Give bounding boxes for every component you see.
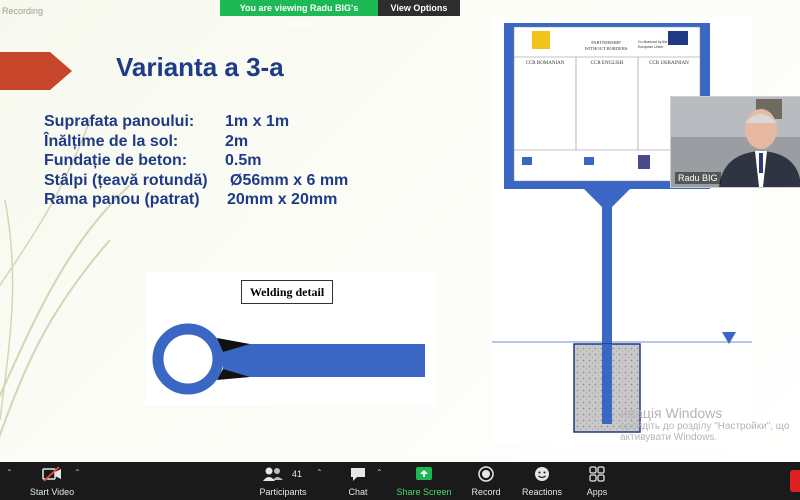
participant-name: Radu BIG (675, 172, 721, 184)
record-button[interactable]: Record (464, 462, 508, 500)
meeting-toolbar: ⌃ Start Video ⌃ 41 Participants ⌃ Chat ⌃ (0, 462, 800, 500)
windows-activation-watermark: ивація Windows ерейдіть до розділу "Наст… (620, 405, 789, 443)
panel-column-english: CCR ENGLISH (590, 61, 624, 66)
panel-column-ukrainian: CCR UKRAINIAN (649, 61, 689, 66)
signboard-structure (492, 23, 752, 433)
panel-column-romanian: CCR ROMANIAN (525, 61, 565, 66)
start-video-label: Start Video (29, 487, 75, 497)
panel-cofunded-text: Co-financed by the European Union (638, 40, 668, 49)
spec-value: 1m x 1m (225, 113, 290, 130)
shared-slide: Varianta a 3-a Suprafata panoului: 1m x … (0, 0, 800, 462)
start-video-button[interactable]: Start Video (22, 462, 82, 500)
view-options-button[interactable]: View Options ⌄ (377, 0, 460, 29)
reactions-button[interactable]: Reactions (518, 462, 566, 500)
spec-label: Suprafata panoului: (44, 113, 195, 130)
end-button[interactable] (790, 470, 800, 492)
activation-line2: активувати Windows. (620, 432, 718, 443)
slide-arrow-shape (0, 52, 72, 90)
chat-label: Chat (348, 487, 368, 497)
chat-button[interactable]: Chat (338, 462, 378, 500)
chevron-down-icon: ⌄ (415, 19, 423, 29)
record-label: Record (471, 487, 501, 497)
welding-detail-image: Welding detail (145, 272, 435, 406)
apps-icon (589, 466, 605, 482)
participants-count: 41 (292, 469, 303, 479)
activation-title: ивація Windows (620, 405, 723, 421)
record-icon (478, 466, 494, 482)
participants-icon (263, 467, 284, 481)
spec-label: Fundație de beton: (44, 152, 188, 169)
welding-drawing (152, 323, 425, 395)
spec-label: Rama panou (patrat) (44, 191, 200, 208)
spec-label: Stâlpi (țeavă rotundă) (44, 171, 208, 189)
spec-label: Înălțime de la sol: (44, 132, 179, 150)
chevron-up-icon[interactable]: ⌃ (316, 468, 323, 477)
spec-value: 20mm x 20mm (227, 191, 338, 208)
panel-header-title: PARTNERSHIP WITHOUT BORDERS (576, 40, 636, 52)
share-banner-text: You are viewing Radu BIG's screen (220, 0, 378, 29)
recording-indicator: Recording (2, 6, 44, 16)
chevron-up-icon[interactable]: ⌃ (74, 468, 81, 477)
slide-title: Varianta a 3-a (116, 52, 284, 82)
view-options-label: View Options (390, 3, 448, 13)
participants-label: Participants (259, 487, 307, 497)
apps-label: Apps (586, 487, 608, 497)
participant-video-tile[interactable]: Radu BIG (670, 96, 800, 188)
share-screen-label: Share Screen (396, 487, 452, 497)
share-screen-button[interactable]: Share Screen (394, 462, 454, 500)
video-off-icon (42, 466, 61, 482)
participants-button[interactable]: 41 Participants (252, 462, 314, 500)
screen-share-banner: You are viewing Radu BIG's screen View O… (220, 0, 460, 29)
activation-line1: ерейдіть до розділу "Настройки", що (620, 421, 790, 432)
spec-value: 2m (225, 132, 249, 150)
reactions-label: Reactions (521, 487, 563, 497)
panel-header-title-line2: WITHOUT BORDERS (584, 46, 628, 51)
smiley-icon (535, 467, 549, 481)
chat-icon (351, 468, 365, 481)
spec-value: Ø56mm x 6 mm (230, 171, 349, 189)
chevron-up-icon[interactable]: ⌃ (376, 468, 383, 477)
share-screen-icon (416, 467, 432, 480)
signboard-drawing: PARTNERSHIP WITHOUT BORDERS Co-financed … (492, 17, 752, 445)
spec-value: 0.5m (225, 152, 262, 169)
chevron-up-icon[interactable]: ⌃ (6, 468, 13, 477)
apps-button[interactable]: Apps (580, 462, 614, 500)
